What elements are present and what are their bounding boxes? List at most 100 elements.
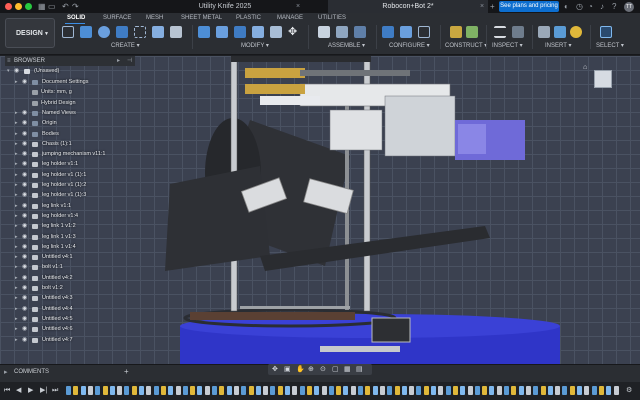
timeline-feature[interactable] (416, 386, 422, 395)
timeline-feature[interactable] (292, 386, 298, 395)
timeline-feature[interactable] (365, 386, 371, 395)
configure-rule-icon[interactable] (400, 26, 412, 38)
browser-item[interactable]: ▸ ◉ Untitled v4:7 (15, 336, 131, 345)
timeline-feature[interactable] (489, 386, 495, 395)
axis-icon[interactable] (466, 26, 478, 38)
zoom-icon[interactable]: ⊕ (308, 364, 314, 375)
timeline-feature[interactable] (102, 386, 108, 395)
configure-menu[interactable]: CONFIGURE ▾ (389, 42, 430, 50)
create-sketch-icon[interactable] (62, 26, 74, 38)
timeline-play-icon[interactable]: ▶ (28, 385, 33, 397)
browser-item[interactable]: ▸ ◉ Origin (15, 119, 131, 128)
data-panel-icon[interactable]: ▦ (38, 1, 46, 12)
browser-item[interactable]: ▸ ◉ leg link 1 v1:3 (15, 233, 131, 242)
visibility-eye-icon[interactable]: ◉ (22, 294, 27, 303)
close-tab-icon[interactable]: × (296, 0, 300, 13)
browser-item[interactable]: ▸ ◉ leg holder v1 (1):2 (15, 181, 131, 190)
close-window-icon[interactable] (5, 3, 12, 10)
visibility-eye-icon[interactable]: ◉ (22, 202, 27, 211)
timeline-feature[interactable] (606, 386, 612, 395)
timeline-feature[interactable] (197, 386, 203, 395)
revolve-icon[interactable] (98, 26, 110, 38)
browser-item[interactable]: ▸ ◉ Document Settings (15, 78, 131, 87)
timeline-feature[interactable] (547, 386, 553, 395)
timeline-feature[interactable] (182, 386, 188, 395)
timeline-feature[interactable] (401, 386, 407, 395)
timeline-feature[interactable] (569, 386, 575, 395)
insert-derive-icon[interactable] (538, 26, 550, 38)
as-built-joint-icon[interactable] (354, 26, 366, 38)
extrude-icon[interactable] (80, 26, 92, 38)
timeline-feature[interactable] (467, 386, 473, 395)
visibility-eye-icon[interactable]: ◉ (22, 243, 27, 252)
browser-item[interactable]: ▸ ◉ jumping mechanism v11:1 (15, 150, 131, 159)
timeline-feature[interactable] (255, 386, 261, 395)
viewports-icon[interactable]: ▤ (356, 364, 363, 375)
new-tab-icon[interactable]: + (490, 1, 495, 12)
expand-arrow-icon[interactable]: ▸ (15, 233, 18, 242)
insert-canvas-icon[interactable] (554, 26, 566, 38)
expand-arrow-icon[interactable]: ▸ (15, 119, 18, 128)
expand-arrow-icon[interactable]: ▸ (15, 305, 18, 314)
timeline-feature[interactable] (474, 386, 480, 395)
expand-arrow-icon[interactable]: ▸ (15, 109, 18, 118)
pattern-icon[interactable] (134, 26, 146, 38)
add-comment-icon[interactable]: + (124, 367, 129, 376)
pan-icon[interactable]: ✋ (296, 364, 305, 375)
chamfer-icon[interactable] (234, 26, 246, 38)
expand-arrow-icon[interactable]: ▸ (15, 294, 18, 303)
file-menu-icon[interactable]: ▭ (48, 1, 56, 12)
visibility-eye-icon[interactable]: ◉ (22, 109, 27, 118)
expand-arrow-icon[interactable]: ▸ (15, 78, 18, 87)
tab-manage[interactable]: MANAGE (277, 14, 303, 23)
timeline-feature[interactable] (591, 386, 597, 395)
timeline-feature[interactable] (387, 386, 393, 395)
timeline-feature[interactable] (504, 386, 509, 395)
expand-arrow-icon[interactable]: ▸ (15, 284, 18, 293)
browser-item[interactable]: ▸ ◉ leg holder v1:1 (15, 160, 131, 169)
undo-icon[interactable]: ↶ (62, 1, 69, 12)
browser-item[interactable]: ▸ ◉ Untitled v4:5 (15, 315, 131, 324)
timeline-end-icon[interactable]: ⏭ (52, 385, 58, 397)
timeline-feature[interactable] (460, 386, 466, 395)
tab-utility-knife[interactable]: Utility Knife 2025 (145, 0, 305, 13)
visibility-eye-icon[interactable]: ◉ (22, 263, 27, 272)
bell-icon[interactable]: ♪ (600, 1, 604, 12)
tab-sheet-metal[interactable]: SHEET METAL (181, 14, 222, 23)
timeline-feature[interactable] (423, 386, 429, 395)
hole-icon[interactable] (116, 26, 128, 38)
tab-robocon-bot[interactable]: Robocon+Bot 2* (328, 0, 488, 13)
timeline-feature[interactable] (168, 386, 174, 395)
notifications-icon[interactable]: ◔ (588, 1, 593, 12)
timeline-feature[interactable] (306, 386, 312, 395)
timeline-feature[interactable] (482, 386, 488, 395)
look-at-icon[interactable]: ▣ (284, 364, 291, 375)
timeline-feature[interactable] (350, 386, 356, 395)
expand-arrow-icon[interactable]: ▸ (15, 263, 18, 272)
timeline-settings-icon[interactable]: ⚙ (626, 385, 632, 397)
expand-arrow-icon[interactable]: ▸ (15, 140, 18, 149)
expand-arrow-icon[interactable]: ▸ (15, 253, 18, 262)
browser-item[interactable]: ▸ ◉ leg holder v1 (1):1 (15, 171, 131, 180)
browser-item[interactable]: ▸ ◉ Bodies (15, 130, 131, 139)
timeline-feature[interactable] (146, 386, 152, 395)
browser-header[interactable]: ≡ BROWSER ▸ ⊣ (5, 56, 135, 66)
tab-mesh[interactable]: MESH (146, 14, 163, 23)
select-menu[interactable]: SELECT ▾ (596, 42, 624, 50)
close-tab-icon[interactable]: × (480, 0, 484, 13)
timeline-feature[interactable] (263, 386, 269, 395)
timeline-feature[interactable] (248, 386, 254, 395)
timeline-feature[interactable] (584, 386, 590, 395)
orbit-icon[interactable]: ✥ (272, 364, 278, 375)
timeline-feature[interactable] (139, 386, 144, 395)
fit-icon[interactable]: ⊙ (320, 364, 326, 375)
expand-arrow-icon[interactable]: ▸ (15, 160, 18, 169)
visibility-eye-icon[interactable]: ◉ (22, 78, 27, 87)
browser-item[interactable]: ▸ ◉ leg link 1 v1:2 (15, 222, 131, 231)
visibility-eye-icon[interactable]: ◉ (22, 130, 27, 139)
timeline-feature[interactable] (394, 386, 400, 395)
visibility-eye-icon[interactable]: ◉ (22, 325, 27, 334)
browser-item[interactable]: ▸ ◉ bolt v1:2 (15, 284, 131, 293)
timeline-feature[interactable] (438, 386, 444, 395)
display-settings-icon[interactable]: ▢ (332, 364, 339, 375)
